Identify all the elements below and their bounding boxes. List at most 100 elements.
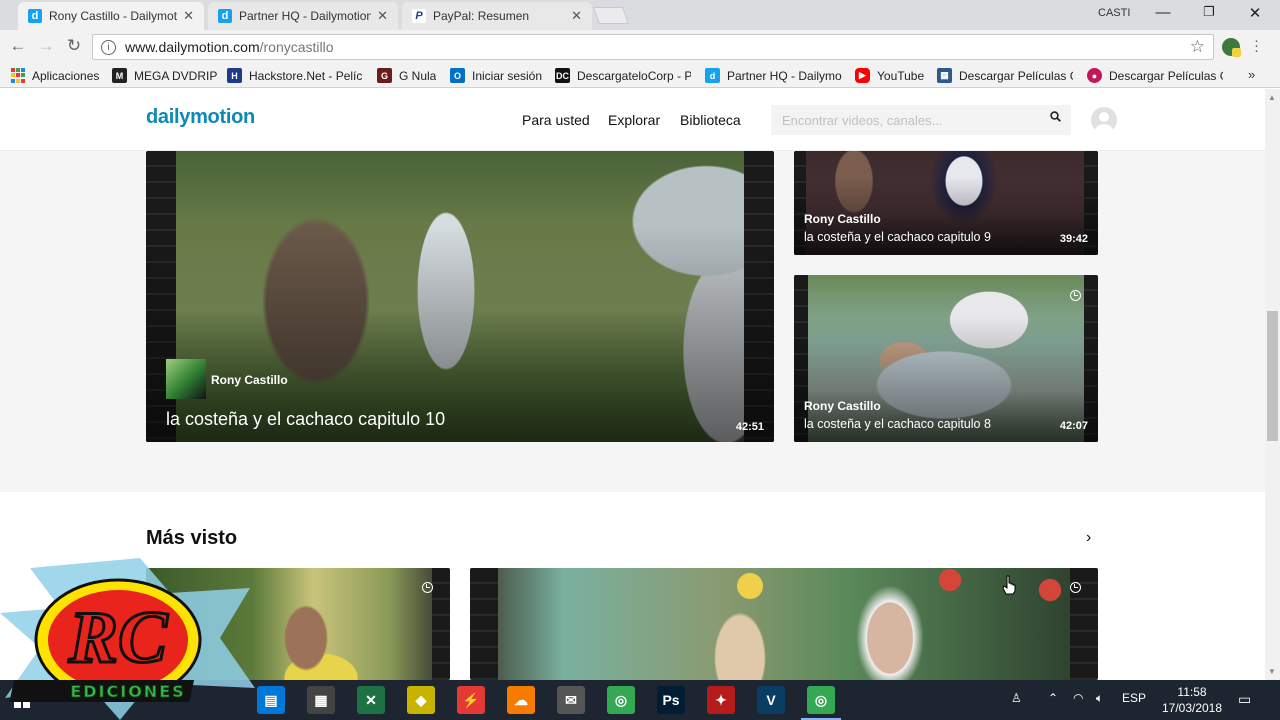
video-duration: 42:51 <box>735 421 764 433</box>
restore-icon[interactable]: ❐ <box>1186 4 1232 20</box>
featured-video-card[interactable]: Rony Castillo la costeña y el cachaco ca… <box>146 151 774 442</box>
info-icon[interactable]: i <box>101 39 116 55</box>
film-icon: ▦ <box>937 68 952 83</box>
language-indicator[interactable]: ESP <box>1122 691 1146 705</box>
mega-dvdrip-icon: M <box>112 68 127 83</box>
bookmark-youtube[interactable]: ▶ YouTube <box>855 68 924 83</box>
watch-later-icon[interactable] <box>422 582 433 593</box>
side-video-card[interactable]: Rony Castillo la costeña y el cachaco ca… <box>794 151 1098 255</box>
film-strip <box>470 568 498 680</box>
people-icon[interactable]: ♙ <box>1011 691 1022 705</box>
chevron-right-icon[interactable]: › <box>1086 529 1091 547</box>
address-bar[interactable]: i www.dailymotion.com/ronycastillo ☆ <box>92 34 1214 60</box>
extension-icon[interactable] <box>1222 38 1241 57</box>
bookmarks-bar: Aplicaciones M MEGA DVDRIP H Hackstore.N… <box>0 64 1280 88</box>
hand-cursor-icon <box>1002 575 1016 595</box>
gnula-icon: G <box>377 68 392 83</box>
bookmark-label: Hackstore.Net - Pelíc <box>249 68 363 83</box>
wifi-icon[interactable]: ◠ <box>1073 691 1083 705</box>
watermark-letters: RC <box>68 597 169 679</box>
url-host: www.dailymotion.com <box>125 39 260 55</box>
new-tab-button[interactable] <box>592 7 630 24</box>
star-app-icon[interactable]: ✦ <box>707 686 735 714</box>
bookmark-label: Aplicaciones <box>32 68 100 83</box>
close-window-icon[interactable]: ✕ <box>1232 4 1278 22</box>
bookmark-mega-dvdrip[interactable]: M MEGA DVDRIP <box>112 68 217 83</box>
dailymotion-logo[interactable]: dailymotion <box>146 106 255 129</box>
bookmark-label: Descargar Películas G <box>1109 68 1223 83</box>
calculator-icon[interactable]: ▦ <box>307 686 335 714</box>
close-icon[interactable]: ✕ <box>183 8 194 24</box>
apps-grid-icon <box>10 68 25 83</box>
chrome-icon[interactable]: ◎ <box>607 686 635 714</box>
excel-like-icon[interactable]: ✕ <box>357 686 385 714</box>
dailymotion-favicon: d <box>218 9 232 23</box>
video-owner[interactable]: Rony Castillo <box>211 373 288 387</box>
bookmark-apps[interactable]: Aplicaciones <box>10 68 99 83</box>
close-icon[interactable]: ✕ <box>571 8 582 24</box>
browser-menu-icon[interactable]: · · · <box>1254 33 1259 58</box>
page-scrollbar[interactable]: ▲ ▼ <box>1265 89 1280 680</box>
close-icon[interactable]: ✕ <box>377 8 388 24</box>
flash-icon[interactable]: ⚡ <box>457 686 485 714</box>
back-icon[interactable]: ← <box>7 36 29 56</box>
nav-para-usted[interactable]: Para usted <box>522 112 590 128</box>
tab-partner-hq[interactable]: d Partner HQ - Dailymotion ✕ <box>208 2 398 30</box>
minimize-icon[interactable]: — <box>1140 4 1186 21</box>
scroll-up-icon[interactable]: ▲ <box>1268 93 1276 102</box>
reload-icon[interactable]: ↻ <box>63 36 85 56</box>
tab-strip: d Rony Castillo - Dailymoti ✕ d Partner … <box>0 0 1280 30</box>
featured-section: Rony Castillo la costeña y el cachaco ca… <box>0 151 1265 492</box>
bookmark-partner-hq[interactable]: d Partner HQ - Dailymo <box>705 68 842 83</box>
video-title[interactable]: la costeña y el cachaco capitulo 10 <box>166 409 445 430</box>
bookmark-descargar-peliculas-1[interactable]: ▦ Descargar Películas G <box>937 68 1073 83</box>
hackstore-icon: H <box>227 68 242 83</box>
bookmark-hackstore[interactable]: H Hackstore.Net - Pelíc <box>227 68 363 83</box>
scroll-thumb[interactable] <box>1267 311 1278 441</box>
vegas-icon[interactable]: V <box>757 686 785 714</box>
cloud-icon[interactable]: ☁ <box>507 686 535 714</box>
watch-later-icon[interactable] <box>1070 290 1081 301</box>
bookmark-label: Descargar Películas G <box>959 68 1073 83</box>
video-duration: 39:42 <box>1059 233 1088 245</box>
bookmark-descargatelocorp[interactable]: DC DescargateloCorp - P <box>555 68 691 83</box>
nav-biblioteca[interactable]: Biblioteca <box>680 112 741 128</box>
bookmark-label: YouTube <box>877 68 925 83</box>
bookmark-label: Partner HQ - Dailymo <box>727 68 842 83</box>
avatar[interactable] <box>1091 107 1117 133</box>
scroll-down-icon[interactable]: ▼ <box>1268 667 1276 676</box>
tab-paypal[interactable]: P PayPal: Resumen ✕ <box>402 2 592 30</box>
notification-icon[interactable]: ▭ <box>1238 691 1251 708</box>
bookmark-star-icon[interactable]: ☆ <box>1190 37 1205 57</box>
profile-name[interactable]: CASTI <box>1098 7 1130 19</box>
tray-chevron-icon[interactable]: ⌃ <box>1048 691 1058 705</box>
bookmark-gnula[interactable]: G G Nula <box>377 68 436 83</box>
video-title[interactable]: la costeña y el cachaco capitulo 9 <box>804 230 991 244</box>
winamp-icon[interactable]: ◆ <box>407 686 435 714</box>
search-icon[interactable] <box>1050 111 1061 125</box>
tab-title: Partner HQ - Dailymotion <box>239 9 372 23</box>
store-icon[interactable]: ▤ <box>257 686 285 714</box>
volume-icon[interactable]: 🔈︎ <box>1096 691 1103 706</box>
watch-later-icon[interactable] <box>1070 582 1081 593</box>
nav-explorar[interactable]: Explorar <box>608 112 660 128</box>
bookmark-iniciar-sesion[interactable]: O Iniciar sesión <box>450 68 542 83</box>
rc-ediciones-watermark: RC EDICIONES <box>0 558 255 720</box>
video-owner[interactable]: Rony Castillo <box>804 212 881 226</box>
side-video-card[interactable]: Rony Castillo la costeña y el cachaco ca… <box>794 275 1098 442</box>
search-input[interactable]: Encontrar videos, canales... <box>771 105 1071 135</box>
video-owner[interactable]: Rony Castillo <box>804 399 881 413</box>
forward-icon[interactable]: → <box>35 36 57 56</box>
photoshop-icon[interactable]: Ps <box>657 686 685 714</box>
channel-avatar[interactable] <box>166 359 206 399</box>
search-placeholder: Encontrar videos, canales... <box>782 112 943 128</box>
more-bookmarks-icon[interactable]: » <box>1248 67 1255 82</box>
taskbar-clock[interactable]: 11:58 17/03/2018 <box>1152 684 1232 716</box>
bookmark-descargar-peliculas-2[interactable]: ● Descargar Películas G <box>1087 68 1223 83</box>
video-title[interactable]: la costeña y el cachaco capitulo 8 <box>804 417 991 431</box>
tab-title: PayPal: Resumen <box>433 9 530 23</box>
tab-rony-castillo[interactable]: d Rony Castillo - Dailymoti ✕ <box>18 2 204 30</box>
mail-icon[interactable]: ✉ <box>557 686 585 714</box>
chrome-active-icon[interactable]: ◎ <box>807 686 835 714</box>
video-duration: 42:07 <box>1059 420 1088 432</box>
